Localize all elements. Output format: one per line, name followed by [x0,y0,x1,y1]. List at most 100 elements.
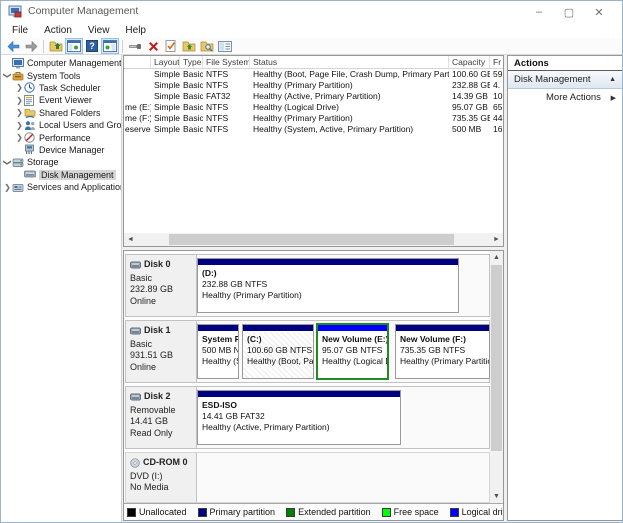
cell-capacity: 735.35 GB [452,113,490,123]
services-icon [12,182,25,193]
disk-size: 14.41 GB [130,416,169,426]
menu-action[interactable]: Action [36,23,80,38]
cell-type: Basic [183,102,203,112]
volume-row[interactable]: me (F:) Simple Basic NTFS Healthy (Prima… [124,113,503,124]
forward-icon[interactable] [22,38,40,54]
volume-row[interactable]: eserved Simple Basic NTFS Healthy (Syste… [124,124,503,135]
cell-volume: eserved [125,124,151,134]
column-free[interactable]: Fr [490,56,503,68]
check-status-icon[interactable] [162,38,180,54]
volume-row[interactable]: me (E:) Simple Basic NTFS Healthy (Logic… [124,102,503,113]
cell-capacity: 500 MB [452,124,482,134]
close-button[interactable]: ✕ [584,1,614,23]
partition-new-volume-e[interactable]: New Volume (E:) 95.07 GB NTFS Healthy (L… [316,323,389,380]
more-actions-item[interactable]: More Actions ▶ [508,89,622,106]
cell-fs: NTFS [206,124,229,134]
chevron-right-icon[interactable]: ❯ [3,183,12,192]
tree-item-local-users-and-groups[interactable]: ❯ Local Users and Groups [1,119,121,131]
open-folder-icon[interactable] [180,38,198,54]
actions-pane: Actions Disk Management ▲ More Actions ▶ [507,55,622,521]
column-status[interactable]: Status [250,56,449,68]
volume-list-pane: Layout Type File System Status Capacity … [123,55,504,247]
users-icon [24,120,37,131]
find-folder-icon[interactable] [198,38,216,54]
volume-row[interactable]: Simple Basic NTFS Healthy (Boot, Page Fi… [124,69,503,80]
vertical-scrollbar[interactable]: ▲ ▼ [490,251,503,503]
cell-capacity: 232.88 GB [452,80,490,90]
menu-help[interactable]: Help [117,23,154,38]
chevron-right-icon[interactable]: ❯ [15,83,24,92]
chevron-expanded-icon[interactable]: ❯ [3,71,12,80]
actions-group-disk-management[interactable]: Disk Management ▲ [508,71,622,89]
menu-file[interactable]: File [4,23,36,38]
legend-unallocated: Unallocated [127,507,187,517]
partition-system-reserved[interactable]: System R 500 MB N Healthy (S [197,324,239,379]
chevron-right-icon[interactable]: ❯ [15,121,24,130]
menu-view[interactable]: View [80,23,118,38]
disk-0-label[interactable]: Disk 0 Basic 232.89 GB Online [126,255,197,316]
drive-letter: DVD (I:) [130,470,163,481]
tree-item-storage[interactable]: ❯ Storage [1,156,121,168]
minimize-button[interactable]: – [524,1,554,23]
partition-color-bar [396,325,489,332]
scroll-down-icon[interactable]: ▼ [490,490,503,503]
tree-item-device-manager[interactable]: ❯ Device Manager [1,144,121,156]
up-folder-icon[interactable] [47,38,65,54]
toolbar: ? [1,38,622,55]
disk-2-label[interactable]: Disk 2 Removable 14.41 GB Read Only [126,387,197,448]
scrollbar-thumb[interactable] [491,265,502,451]
cell-fs: NTFS [206,102,229,112]
chevron-expanded-icon[interactable]: ❯ [3,158,12,167]
partition-status: Healthy (Boot, Page File [247,356,314,366]
volume-row[interactable]: Simple Basic NTFS Healthy (Primary Parti… [124,80,503,91]
tree-item-computer-management[interactable]: ❯ Computer Management (Local) [1,57,121,69]
cdrom-partitions [197,453,489,502]
scroll-right-icon[interactable]: ► [490,236,503,243]
tree-item-disk-management[interactable]: ❯ Disk Management [1,169,121,181]
tree-item-shared-folders[interactable]: ❯ Shared Folders [1,107,121,119]
disk-type: Basic [130,338,153,349]
partition-color-bar [198,325,238,332]
column-file-system[interactable]: File System [203,56,250,68]
cdrom-label[interactable]: CD-ROM 0 DVD (I:) No Media [126,453,197,502]
disk-status: Online [130,295,157,306]
tree-item-performance[interactable]: ❯ Performance [1,131,121,143]
more-actions-label: More Actions [546,92,601,103]
show-action-pane-icon[interactable] [101,38,119,54]
volume-row[interactable]: Simple Basic FAT32 Healthy (Active, Prim… [124,91,503,102]
tree-item-services-and-applications[interactable]: ❯ Services and Applications [1,181,121,193]
collapse-icon[interactable]: ▲ [609,76,616,83]
chevron-right-icon[interactable]: ❯ [15,108,24,117]
partition-c[interactable]: (C:) 100.60 GB NTFS Healthy (Boot, Page … [242,324,314,379]
disk-size: 931.51 GB [130,350,174,360]
horizontal-scrollbar[interactable]: ◄ ► [124,233,503,246]
unallocated-swatch [127,507,136,517]
cell-volume [124,80,151,91]
scroll-up-icon[interactable]: ▲ [490,251,503,264]
disk-1-label[interactable]: Disk 1 Basic 931.51 GB Online [126,321,197,382]
cell-free: 65 [493,102,503,112]
show-console-tree-icon[interactable] [65,38,83,54]
delete-icon[interactable] [144,38,162,54]
column-capacity[interactable]: Capacity [449,56,490,68]
cell-free: 10 [493,91,503,101]
chevron-right-icon[interactable]: ❯ [15,133,24,142]
help-icon[interactable]: ? [83,38,101,54]
tree-item-event-viewer[interactable]: ❯ Event Viewer [1,94,121,106]
tree-item-system-tools[interactable]: ❯ System Tools [1,69,121,81]
column-volume[interactable] [124,56,151,68]
cell-fs: NTFS [206,69,229,79]
scrollbar-thumb[interactable] [169,234,454,245]
chevron-right-icon[interactable]: ❯ [15,96,24,105]
properties-pane-icon[interactable] [216,38,234,54]
column-layout[interactable]: Layout [151,56,180,68]
partition-d[interactable]: (D:) 232.88 GB NTFS Healthy (Primary Par… [197,258,459,313]
partition-new-volume-f[interactable]: New Volume (F:) 735.35 GB NTFS Healthy (… [395,324,490,379]
scroll-left-icon[interactable]: ◄ [124,236,137,243]
partition-esd-iso[interactable]: ESD-ISO 14.41 GB FAT32 Healthy (Active, … [197,390,401,445]
back-icon[interactable] [4,38,22,54]
remote-connection-icon[interactable] [126,38,144,54]
maximize-button[interactable]: ▢ [554,1,584,23]
column-type[interactable]: Type [180,56,203,68]
tree-item-task-scheduler[interactable]: ❯ Task Scheduler [1,82,121,94]
